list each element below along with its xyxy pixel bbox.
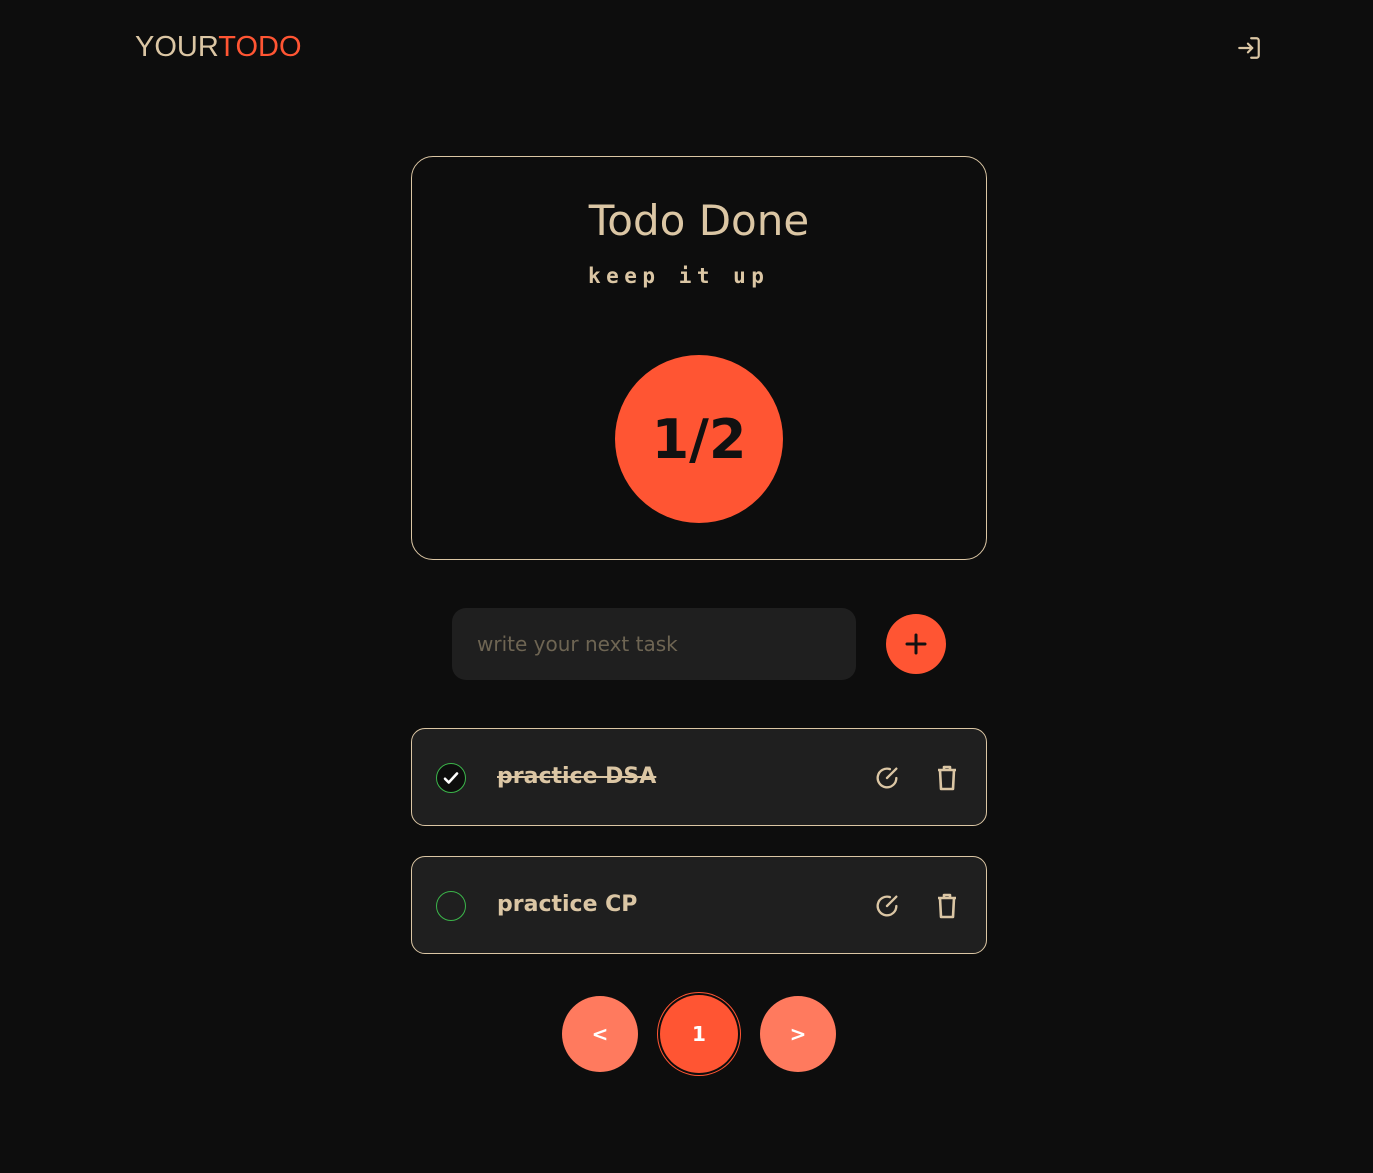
- app-logo[interactable]: YOURTODO: [135, 31, 302, 64]
- header: YOURTODO: [0, 0, 1373, 100]
- add-task-button[interactable]: [886, 614, 946, 674]
- todo-text: practice CP: [497, 892, 638, 917]
- task-input[interactable]: [452, 608, 856, 680]
- current-page-button[interactable]: 1: [660, 995, 738, 1073]
- login-button[interactable]: [1234, 33, 1264, 63]
- edit-icon: [876, 767, 898, 789]
- logo-part-todo: TODO: [218, 31, 302, 63]
- trash-icon: [938, 765, 956, 791]
- stats-subtitle: keep it up: [588, 264, 770, 288]
- prev-page-button[interactable]: <: [562, 996, 638, 1072]
- todo-checkbox-checked[interactable]: [436, 763, 466, 793]
- progress-circle: 1/2: [615, 355, 783, 523]
- plus-icon: [905, 633, 927, 655]
- edit-button[interactable]: [873, 764, 901, 792]
- delete-button[interactable]: [934, 892, 960, 920]
- logo-part-your: YOUR: [135, 31, 219, 63]
- todo-item: practice DSA: [411, 728, 987, 826]
- next-page-button[interactable]: >: [760, 996, 836, 1072]
- todo-text: practice DSA: [497, 764, 657, 789]
- trash-icon: [938, 893, 956, 919]
- delete-button[interactable]: [934, 764, 960, 792]
- progress-count: 1/2: [651, 407, 747, 471]
- check-icon: [443, 772, 459, 784]
- todo-item: practice CP: [411, 856, 987, 954]
- stats-title: Todo Done: [588, 196, 810, 245]
- todo-checkbox[interactable]: [436, 891, 466, 921]
- edit-button[interactable]: [873, 892, 901, 920]
- login-icon: [1238, 37, 1260, 59]
- edit-icon: [876, 895, 898, 917]
